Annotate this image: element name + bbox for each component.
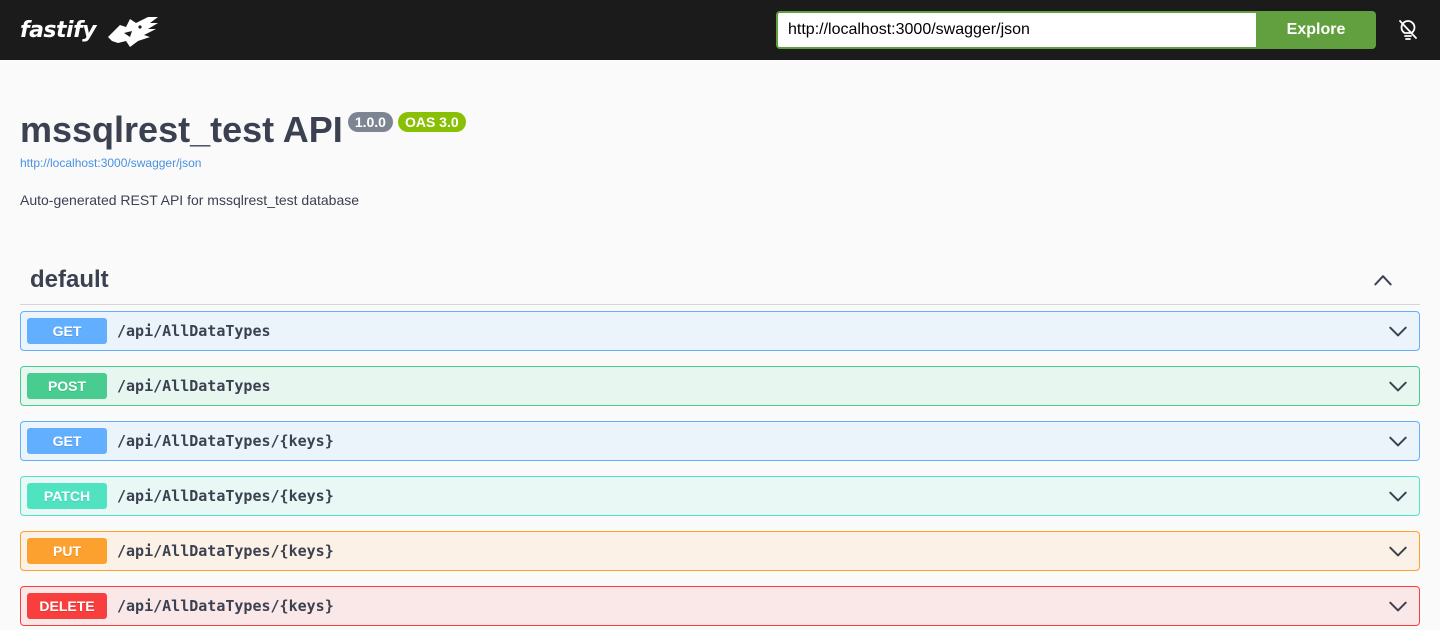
oas-badge: OAS 3.0: [397, 112, 466, 132]
method-badge: GET: [27, 428, 107, 454]
logo[interactable]: fastify: [20, 11, 160, 49]
operation-row[interactable]: GET /api/AllDataTypes/{keys}: [20, 421, 1420, 461]
api-info: mssqlrest_test API 1.0.0 OAS 3.0 http://…: [20, 108, 1420, 209]
method-badge: DELETE: [27, 593, 107, 619]
tag-title: default: [30, 266, 109, 293]
chevron-down-icon[interactable]: [1387, 485, 1409, 507]
method-badge: PATCH: [27, 483, 107, 509]
method-badge: PUT: [27, 538, 107, 564]
spec-url-form: Explore: [776, 11, 1376, 49]
operation-path: /api/AllDataTypes/{keys}: [117, 542, 334, 560]
fastify-logo-icon: [107, 17, 158, 47]
operation-row[interactable]: PATCH /api/AllDataTypes/{keys}: [20, 476, 1420, 516]
chevron-up-icon[interactable]: [1372, 269, 1394, 291]
operation-path: /api/AllDataTypes/{keys}: [117, 597, 334, 615]
operation-row[interactable]: GET /api/AllDataTypes: [20, 311, 1420, 351]
topbar: fastify Explore: [0, 0, 1440, 60]
chevron-down-icon[interactable]: [1387, 375, 1409, 397]
spec-url-link[interactable]: http://localhost:3000/swagger/json: [20, 155, 1420, 171]
chevron-down-icon[interactable]: [1387, 595, 1409, 617]
operation-row[interactable]: DELETE /api/AllDataTypes/{keys}: [20, 586, 1420, 626]
logo-text: fastify: [20, 17, 96, 43]
tag-section-default[interactable]: default: [20, 256, 1420, 305]
version-badge: 1.0.0: [347, 112, 393, 132]
operation-path: /api/AllDataTypes/{keys}: [117, 487, 334, 505]
lightbulb-off-icon[interactable]: [1396, 18, 1420, 42]
operation-row[interactable]: PUT /api/AllDataTypes/{keys}: [20, 531, 1420, 571]
title-row: mssqlrest_test API 1.0.0 OAS 3.0: [20, 108, 1420, 152]
operation-row[interactable]: POST /api/AllDataTypes: [20, 366, 1420, 406]
chevron-down-icon[interactable]: [1387, 540, 1409, 562]
chevron-down-icon[interactable]: [1387, 320, 1409, 342]
operation-path: /api/AllDataTypes: [117, 377, 271, 395]
operation-path: /api/AllDataTypes: [117, 322, 271, 340]
method-badge: POST: [27, 373, 107, 399]
explore-button[interactable]: Explore: [1256, 11, 1376, 49]
method-badge: GET: [27, 318, 107, 344]
operation-path: /api/AllDataTypes/{keys}: [117, 432, 334, 450]
spec-url-input[interactable]: [776, 11, 1256, 49]
chevron-down-icon[interactable]: [1387, 430, 1409, 452]
api-title: mssqlrest_test API: [20, 109, 343, 150]
api-description: Auto-generated REST API for mssqlrest_te…: [20, 192, 360, 208]
